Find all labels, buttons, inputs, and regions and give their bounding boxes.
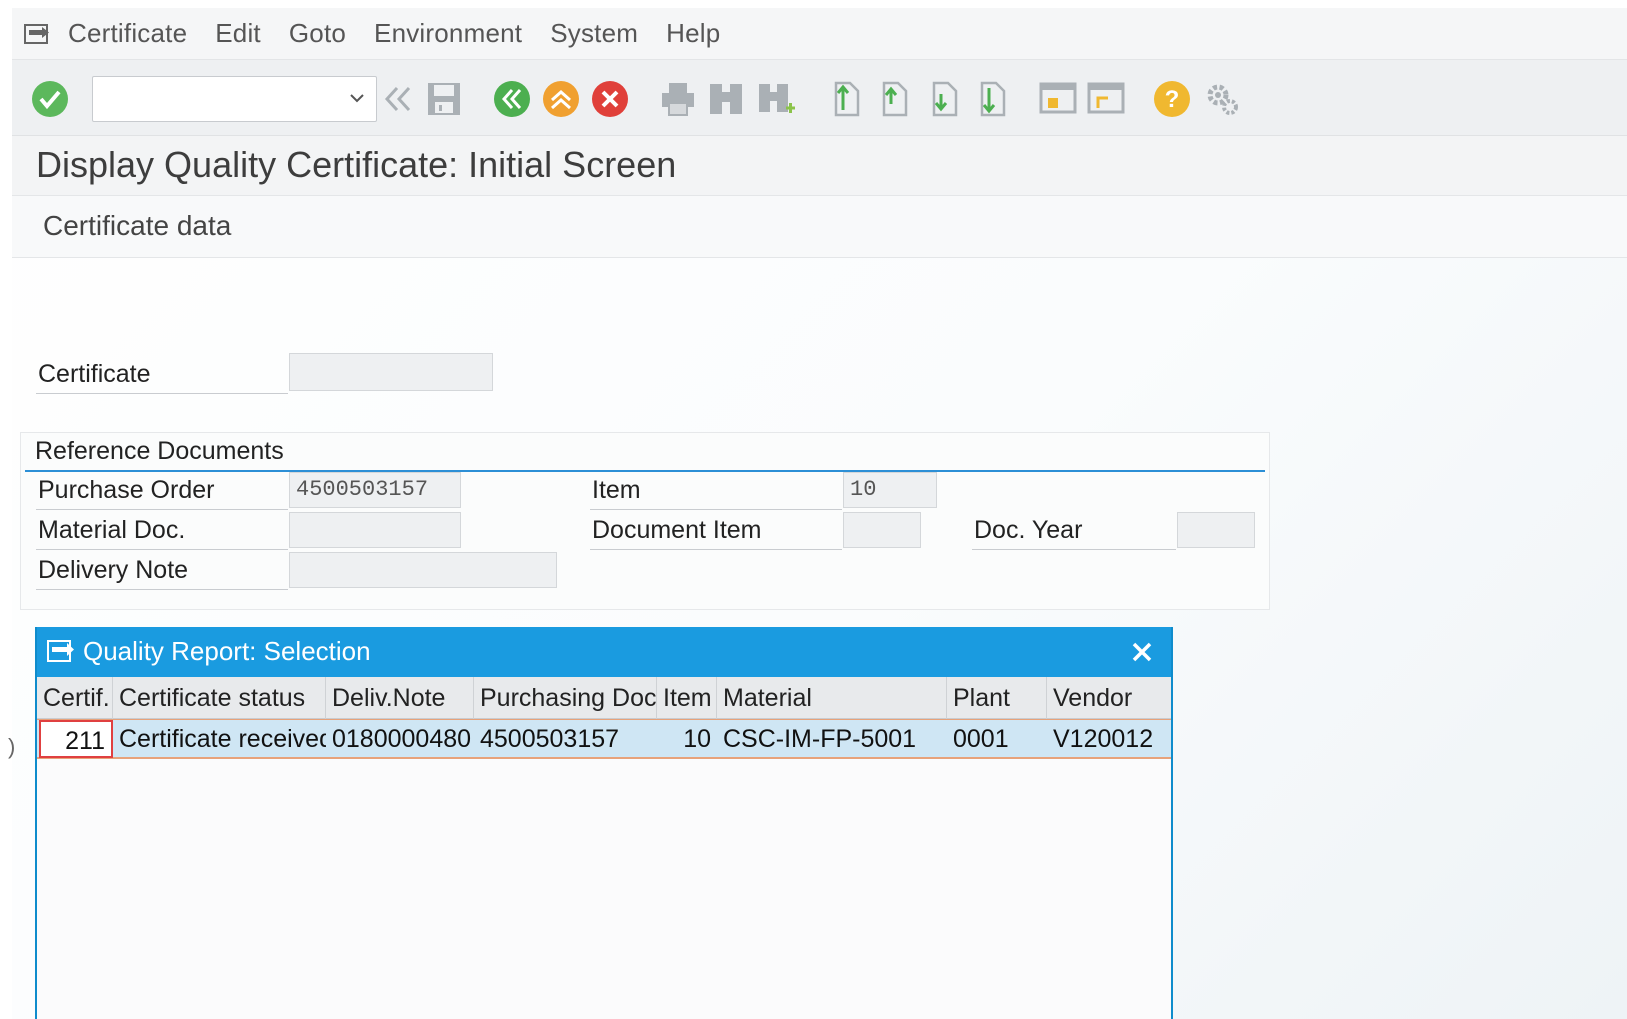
delivery-note-label: Delivery Note [36,552,288,590]
certificate-label: Certificate [36,356,288,394]
find-icon[interactable] [706,79,746,119]
menu-help[interactable]: Help [666,18,720,49]
menu-toggle-icon[interactable] [20,20,54,48]
column-header-certif[interactable]: Certif. [37,677,113,719]
back-double-icon[interactable] [378,79,418,119]
menu-goto[interactable]: Goto [289,18,346,49]
document-item-label: Document Item [590,512,842,550]
cell-certificate-status[interactable]: Certificate received [113,720,326,758]
column-header-deliv-note[interactable]: Deliv.Note [326,677,474,719]
menu-system[interactable]: System [550,18,638,49]
page-title: Display Quality Certificate: Initial Scr… [36,144,677,185]
section-title: Certificate data [43,210,232,241]
first-page-icon[interactable] [824,79,864,119]
column-header-plant[interactable]: Plant [947,677,1047,719]
cell-plant[interactable]: 0001 [947,720,1047,758]
dialog-header: Quality Report: Selection [37,627,1171,677]
row-marker: ) [8,734,16,759]
menu-edit[interactable]: Edit [215,18,261,49]
quality-report-selection-dialog: Quality Report: Selection Certif. Certif… [35,627,1173,1019]
doc-year-label: Doc. Year [972,512,1176,550]
exit-icon[interactable] [541,79,581,119]
section-header: Certificate data [12,196,1627,258]
command-input[interactable] [93,77,333,121]
certificate-input[interactable] [289,353,493,391]
column-header-material[interactable]: Material [717,677,947,719]
cell-material[interactable]: CSC-IM-FP-5001 [717,720,947,758]
help-icon[interactable]: ? [1152,79,1192,119]
last-page-icon[interactable] [970,79,1010,119]
enter-icon[interactable] [30,79,70,119]
create-session-icon[interactable] [1038,79,1078,119]
customize-layout-icon[interactable] [1202,79,1242,119]
menu-bar: Certificate Edit Goto Environment System… [12,8,1627,60]
find-next-icon[interactable] [756,79,796,119]
create-shortcut-icon[interactable] [1086,79,1126,119]
standard-toolbar: ? [12,60,1627,136]
item-label: Item [590,472,842,510]
purchase-order-label: Purchase Order [36,472,288,510]
chevron-down-icon[interactable] [348,89,366,112]
title-bar: Display Quality Certificate: Initial Scr… [12,136,1627,196]
close-icon[interactable] [1127,637,1157,667]
cell-item[interactable]: 10 [657,720,717,758]
print-icon[interactable] [658,79,698,119]
doc-year-input[interactable] [1177,512,1255,548]
dialog-menu-icon[interactable] [47,639,75,668]
cell-certif[interactable]: 211 [39,720,113,758]
column-header-purchasing-doc[interactable]: Purchasing Doc. [474,677,657,719]
cell-vendor[interactable]: V120012 [1047,720,1171,758]
save-icon[interactable] [424,79,464,119]
purchase-order-input[interactable]: 4500503157 [289,472,461,508]
column-header-item[interactable]: Item [657,677,717,719]
column-header-certificate-status[interactable]: Certificate status [113,677,326,719]
item-input[interactable]: 10 [843,472,937,508]
next-page-icon[interactable] [922,79,962,119]
command-field[interactable] [92,76,377,122]
table-row[interactable]: 211 Certificate received 0180000480 4500… [37,719,1171,759]
menu-environment[interactable]: Environment [374,18,522,49]
back-icon[interactable] [492,79,532,119]
material-doc-label: Material Doc. [36,512,288,550]
svg-text:?: ? [1165,86,1180,113]
document-item-input[interactable] [843,512,921,548]
cell-deliv-note[interactable]: 0180000480 [326,720,474,758]
column-header-vendor[interactable]: Vendor [1047,677,1171,719]
previous-page-icon[interactable] [872,79,912,119]
cell-purchasing-doc[interactable]: 4500503157 [474,720,657,758]
cancel-icon[interactable] [590,79,630,119]
dialog-title: Quality Report: Selection [83,636,371,666]
material-doc-input[interactable] [289,512,461,548]
delivery-note-input[interactable] [289,552,557,588]
table-header: Certif. Certificate status Deliv.Note Pu… [37,677,1171,719]
reference-documents-title: Reference Documents [35,437,284,465]
menu-certificate[interactable]: Certificate [68,18,187,49]
